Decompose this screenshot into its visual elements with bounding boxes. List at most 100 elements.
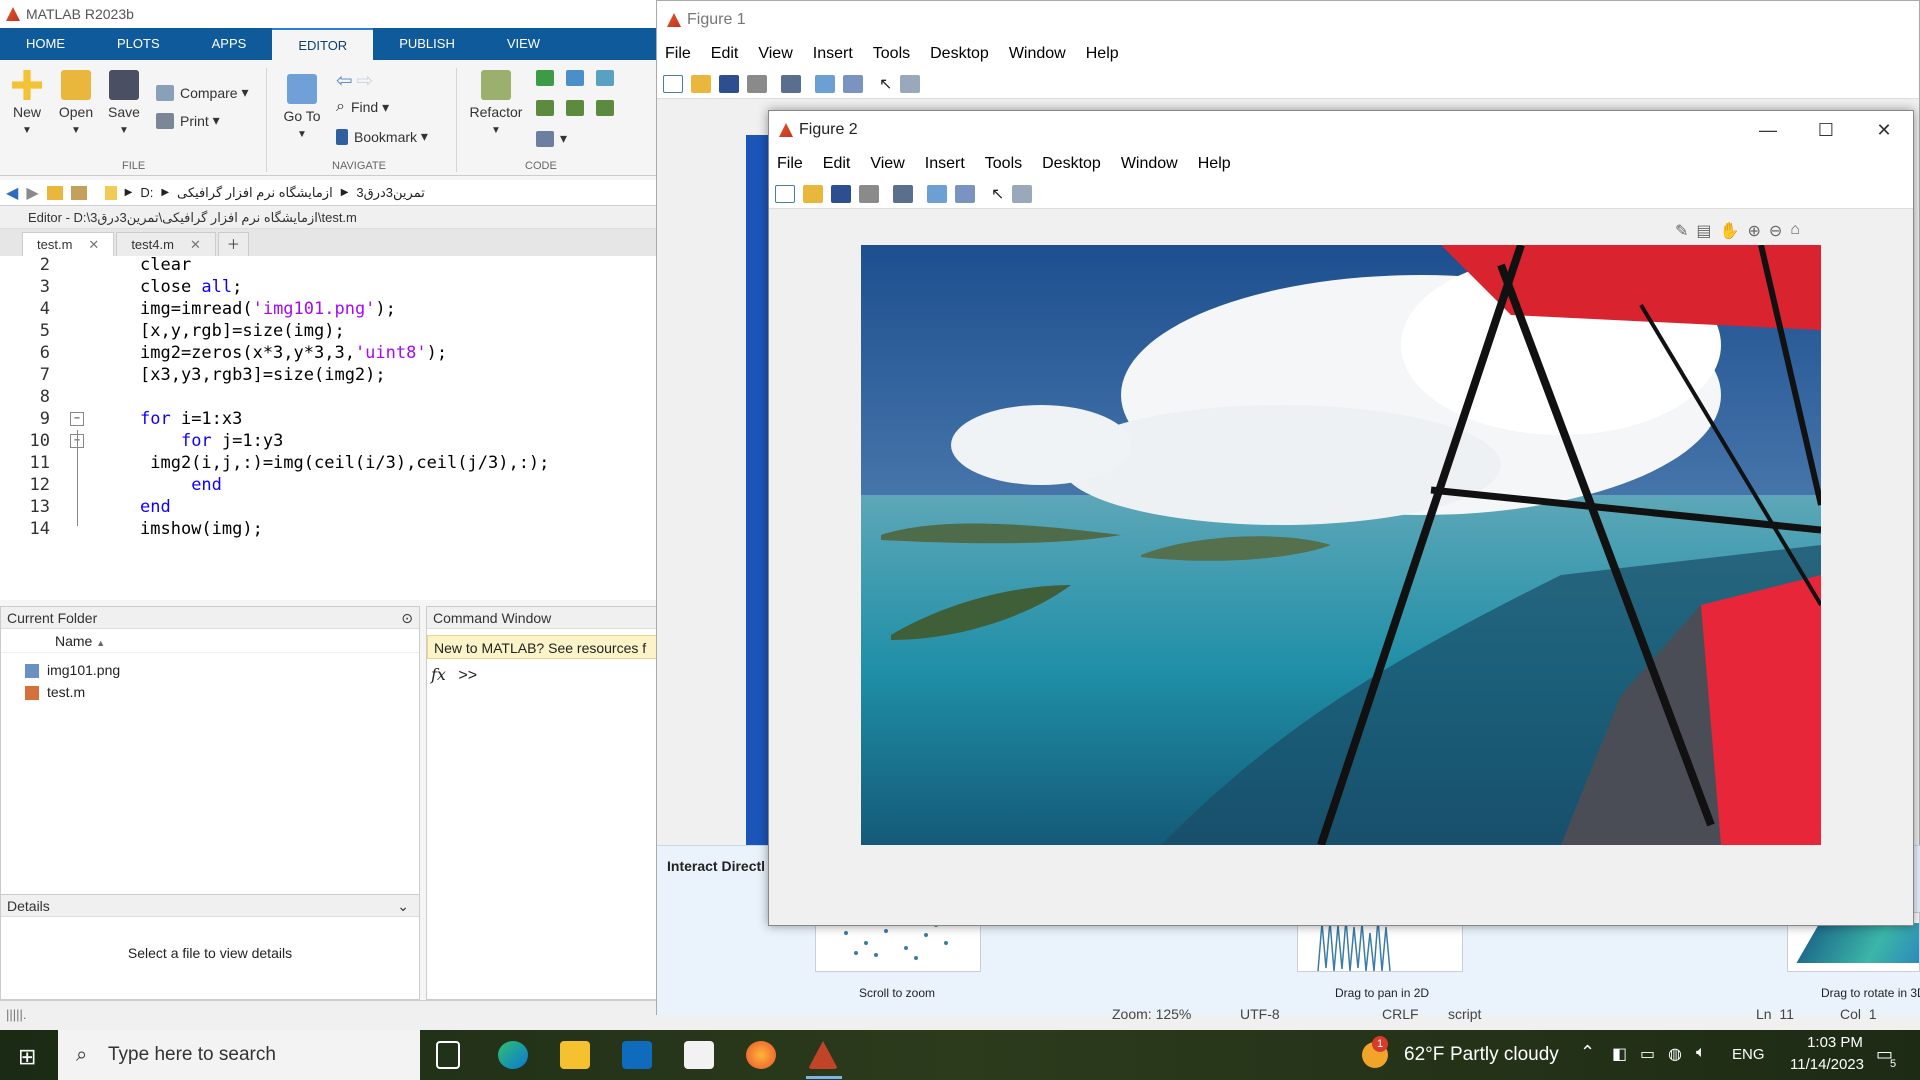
menu-view[interactable]: View [870,155,904,173]
pointer-icon[interactable]: ↖ [991,184,1004,204]
menu-view[interactable]: View [758,45,792,63]
datatip-icon[interactable]: ▤ [1696,221,1711,241]
open-button[interactable]: Open ▼ [56,70,96,136]
fold-toggle-icon[interactable]: − [70,412,84,426]
save-button[interactable]: Save ▼ [106,70,142,136]
code-tools-row2[interactable] [536,100,620,116]
refactor-button[interactable]: Refactor ▼ [466,70,526,136]
new-figure-icon[interactable] [775,184,795,203]
mail-icon[interactable] [684,1041,714,1069]
link-plot-icon[interactable] [781,74,801,93]
back-icon[interactable]: ◀ [6,183,18,203]
clock-time[interactable]: 1:03 PM [1790,1034,1880,1051]
command-prompt[interactable]: >> [458,667,477,684]
close-icon[interactable]: ✕ [88,233,99,256]
meet-now-icon[interactable]: ◧ [1612,1044,1627,1064]
find-button[interactable]: ⌕ Find ▾ [336,98,389,116]
menu-window[interactable]: Window [1009,45,1066,63]
code-editor[interactable]: 2 clear 3 close all; 4 img=imread('img101.png… [0,256,660,600]
folder-up-icon[interactable] [46,185,63,200]
menu-help[interactable]: Help [1198,155,1231,173]
tab-view[interactable]: VIEW [481,28,566,60]
menu-help[interactable]: Help [1086,45,1119,63]
percent-comment-icon[interactable] [536,70,554,86]
save-icon[interactable] [719,74,739,93]
menu-file[interactable]: File [665,45,691,63]
chevron-up-icon[interactable]: ⌃ [1580,1042,1595,1063]
windows-start-icon[interactable]: ⊞ [18,1044,36,1070]
analyze-button[interactable]: ▾ [536,130,567,147]
list-item[interactable]: img101.png [25,659,419,681]
pan-hand-icon[interactable]: ✋ [1720,221,1740,241]
minimize-icon[interactable]: — [1739,111,1797,149]
indent-icon[interactable] [536,100,554,116]
maximize-icon[interactable]: ☐ [1797,111,1855,149]
print-icon[interactable] [747,74,767,93]
menu-edit[interactable]: Edit [823,155,851,173]
tab-plots[interactable]: PLOTS [91,28,186,60]
decrease-indent-icon[interactable] [596,100,614,116]
close-icon[interactable]: ✕ [1855,111,1913,149]
print-button[interactable]: Print ▾ [156,112,220,129]
pointer-icon[interactable]: ↖ [879,74,892,94]
menu-edit[interactable]: Edit [711,45,739,63]
legend-icon[interactable] [843,74,863,93]
file-explorer-icon[interactable] [560,1041,590,1069]
matlab-taskbar-icon[interactable] [808,1041,838,1069]
volume-icon[interactable]: 🔈︎ [1696,1044,1706,1062]
code-tools-row1[interactable] [536,70,620,86]
path-folder2[interactable]: تمرین3درق3 [356,185,424,201]
close-icon[interactable]: ✕ [190,233,201,256]
new-button[interactable]: New ▼ [10,70,44,136]
menu-insert[interactable]: Insert [925,155,965,173]
brush-icon[interactable]: ✎ [1675,221,1688,241]
nav-arrows[interactable]: ⇦ ⇨ [336,68,373,93]
battery-icon[interactable]: ▭ [1640,1044,1655,1064]
link-plot-icon[interactable] [893,184,913,203]
getting-started-banner[interactable]: New to MATLAB? See resources f [427,635,659,659]
store-icon[interactable] [622,1041,652,1069]
path-drive[interactable]: D: [140,185,153,200]
name-column-header[interactable]: Name ▲ [1,629,419,653]
colorbar-icon[interactable] [927,184,947,203]
tab-editor[interactable]: EDITOR [272,28,374,60]
tab-publish[interactable]: PUBLISH [373,28,481,60]
details-header[interactable]: Details ⌄ [1,895,419,917]
task-view-icon[interactable] [436,1041,460,1069]
figure2-title-bar[interactable]: Figure 2 — ☐ ✕ [769,111,1913,149]
open-icon[interactable] [691,74,711,93]
chevron-down-icon[interactable]: ⌄ [397,895,409,917]
menu-window[interactable]: Window [1121,155,1178,173]
back-arrow-icon[interactable]: ⇦ [336,68,353,93]
increase-indent-icon[interactable] [566,100,584,116]
uncomment-icon[interactable] [566,70,584,86]
path-folder1[interactable]: ازمایشگاه نرم افزار گرافیکی [177,185,333,201]
property-inspector-icon[interactable] [1012,184,1033,203]
panel-menu-icon[interactable]: ⊙ [401,607,413,629]
menu-desktop[interactable]: Desktop [1042,155,1101,173]
menu-desktop[interactable]: Desktop [930,45,989,63]
menu-file[interactable]: File [777,155,803,173]
add-tab-button[interactable]: ＋ [217,232,249,256]
colorbar-icon[interactable] [815,74,835,93]
browse-folder-icon[interactable] [70,185,87,200]
edge-icon[interactable] [498,1041,528,1069]
clock-date[interactable]: 11/14/2023 [1772,1056,1882,1073]
code-line[interactable]: 14 imshow(img); [0,516,660,543]
editor-tab-test[interactable]: test.m ✕ [22,232,115,256]
open-icon[interactable] [803,184,823,203]
legend-icon[interactable] [955,184,975,203]
forward-arrow-icon[interactable]: ⇨ [357,68,374,93]
print-icon[interactable] [859,184,879,203]
goto-button[interactable]: Go To ▼ [280,74,324,140]
wrap-comment-icon[interactable] [596,70,614,86]
tab-apps[interactable]: APPS [186,28,273,60]
weather-temp[interactable]: 62°F [1404,1044,1444,1066]
zoom-out-icon[interactable]: ⊖ [1769,221,1782,241]
network-icon[interactable]: ◍ [1668,1044,1682,1064]
bookmark-button[interactable]: Bookmark ▾ [336,128,428,145]
firefox-icon[interactable] [746,1041,776,1069]
editor-tab-test4[interactable]: test4.m ✕ [116,232,216,256]
list-item[interactable]: test.m [25,681,419,703]
weather-text[interactable]: Partly cloudy [1450,1044,1559,1066]
